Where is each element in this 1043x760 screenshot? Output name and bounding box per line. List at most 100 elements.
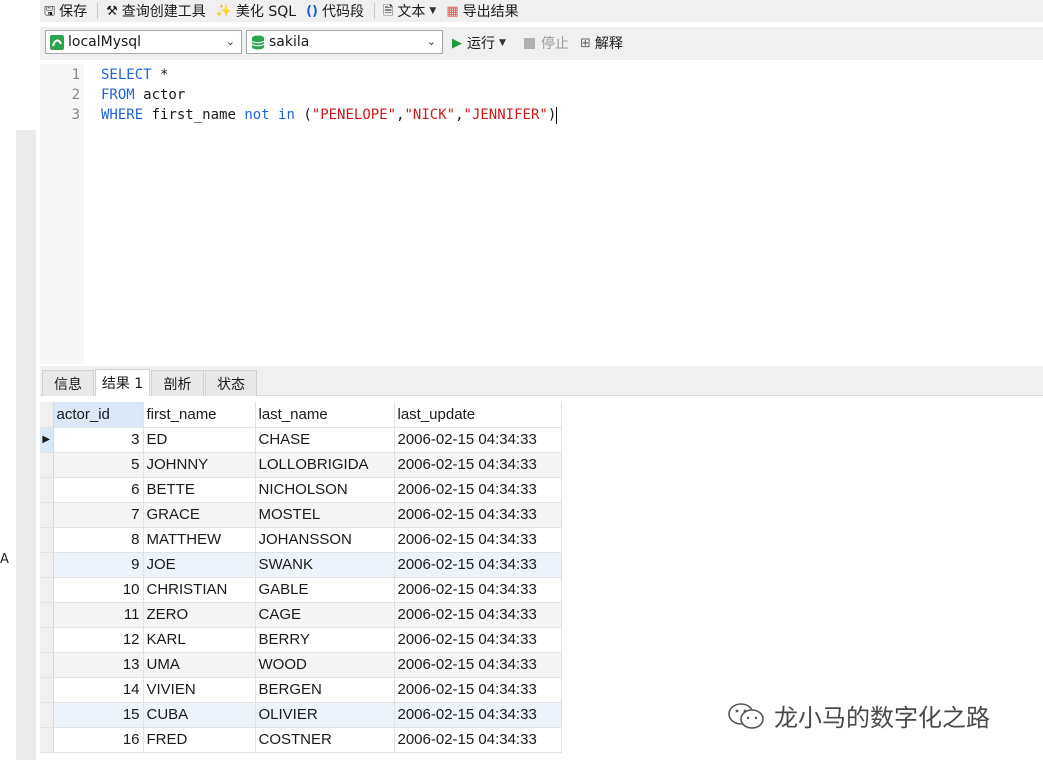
table-cell-last-name[interactable]: BERGEN [255,677,395,703]
row-indicator[interactable] [40,677,54,703]
table-cell-first-name[interactable]: UMA [143,652,256,678]
table-cell-actor-id[interactable]: 8 [53,527,144,553]
explain-button[interactable]: ⊞ 解释 [580,33,623,53]
table-cell-last-name[interactable]: BERRY [255,627,395,653]
table-cell-last-update[interactable]: 2006-02-15 04:34:33 [394,652,562,678]
column-header[interactable]: last_update [394,402,562,428]
column-header[interactable]: last_name [255,402,395,428]
table-cell-first-name[interactable]: KARL [143,627,256,653]
table-cell-actor-id[interactable]: 5 [53,452,144,478]
table-row[interactable]: 10 CHRISTIAN GABLE 2006-02-15 04:34:33 [40,577,562,603]
row-indicator[interactable] [40,702,54,728]
tab-status[interactable]: 状态 [205,370,257,396]
table-row[interactable]: 13 UMA WOOD 2006-02-15 04:34:33 [40,652,562,678]
table-cell-actor-id[interactable]: 16 [53,727,144,753]
beautify-sql-button[interactable]: ✨ 美化 SQL [212,0,302,22]
table-cell-last-name[interactable]: OLIVIER [255,702,395,728]
column-header[interactable]: first_name [143,402,256,428]
save-button[interactable]: 🖫 保存 [40,0,93,22]
table-cell-first-name[interactable]: CHRISTIAN [143,577,256,603]
table-cell-last-update[interactable]: 2006-02-15 04:34:33 [394,577,562,603]
table-cell-first-name[interactable]: MATTHEW [143,527,256,553]
table-row[interactable]: 8 MATTHEW JOHANSSON 2006-02-15 04:34:33 [40,527,562,553]
tab-result-1[interactable]: 结果 1 [95,369,150,396]
table-row[interactable]: ▶ 3 ED CHASE 2006-02-15 04:34:33 [40,427,562,453]
table-cell-last-update[interactable]: 2006-02-15 04:34:33 [394,602,562,628]
table-cell-last-update[interactable]: 2006-02-15 04:34:33 [394,702,562,728]
table-cell-last-name[interactable]: LOLLOBRIGIDA [255,452,395,478]
table-row[interactable]: 5 JOHNNY LOLLOBRIGIDA 2006-02-15 04:34:33 [40,452,562,478]
run-button[interactable]: ▶ 运行 ▼ [452,33,506,53]
row-indicator[interactable] [40,727,54,753]
table-row[interactable]: 15 CUBA OLIVIER 2006-02-15 04:34:33 [40,702,562,728]
text-label: 文本 [397,4,426,20]
text-menu-button[interactable]: 🗎 文本 ▼ [379,0,442,22]
table-cell-last-name[interactable]: JOHANSSON [255,527,395,553]
table-cell-actor-id[interactable]: 7 [53,502,144,528]
table-cell-last-update[interactable]: 2006-02-15 04:34:33 [394,677,562,703]
table-cell-actor-id[interactable]: 11 [53,602,144,628]
connection-select[interactable]: localMysql ⌄ [45,30,242,54]
table-cell-actor-id[interactable]: 13 [53,652,144,678]
table-cell-first-name[interactable]: CUBA [143,702,256,728]
table-cell-last-update[interactable]: 2006-02-15 04:34:33 [394,552,562,578]
table-cell-first-name[interactable]: GRACE [143,502,256,528]
table-cell-first-name[interactable]: ED [143,427,256,453]
snippet-button[interactable]: () 代码段 [302,0,370,22]
table-cell-first-name[interactable]: FRED [143,727,256,753]
row-indicator[interactable] [40,627,54,653]
table-cell-last-update[interactable]: 2006-02-15 04:34:33 [394,427,562,453]
table-cell-last-name[interactable]: NICHOLSON [255,477,395,503]
tab-profile[interactable]: 剖析 [151,370,204,396]
chevron-down-icon: ⌄ [426,35,436,48]
row-indicator[interactable] [40,527,54,553]
export-results-button[interactable]: ▦ 导出结果 [442,0,524,22]
table-row[interactable]: 12 KARL BERRY 2006-02-15 04:34:33 [40,627,562,653]
table-cell-first-name[interactable]: JOHNNY [143,452,256,478]
table-cell-last-name[interactable]: CHASE [255,427,395,453]
table-cell-last-name[interactable]: COSTNER [255,727,395,753]
column-header[interactable]: actor_id [53,402,144,428]
table-row[interactable]: 7 GRACE MOSTEL 2006-02-15 04:34:33 [40,502,562,528]
table-cell-last-update[interactable]: 2006-02-15 04:34:33 [394,627,562,653]
table-cell-last-update[interactable]: 2006-02-15 04:34:33 [394,727,562,753]
stop-button[interactable]: 停止 [524,33,569,53]
table-cell-first-name[interactable]: VIVIEN [143,677,256,703]
table-cell-last-name[interactable]: GABLE [255,577,395,603]
table-cell-last-name[interactable]: MOSTEL [255,502,395,528]
row-indicator[interactable] [40,602,54,628]
row-indicator[interactable] [40,502,54,528]
table-cell-first-name[interactable]: BETTE [143,477,256,503]
current-row-indicator[interactable]: ▶ [40,427,54,453]
table-row[interactable]: 14 VIVIEN BERGEN 2006-02-15 04:34:33 [40,677,562,703]
table-cell-actor-id[interactable]: 14 [53,677,144,703]
sql-editor[interactable]: 1 2 3 SELECT * FROM actor WHERE first_na… [40,64,1043,364]
row-indicator[interactable] [40,477,54,503]
query-builder-button[interactable]: ⚒ 查询创建工具 [102,0,212,22]
table-cell-actor-id[interactable]: 10 [53,577,144,603]
table-cell-actor-id[interactable]: 6 [53,477,144,503]
table-cell-last-update[interactable]: 2006-02-15 04:34:33 [394,452,562,478]
table-cell-last-name[interactable]: SWANK [255,552,395,578]
table-cell-last-name[interactable]: CAGE [255,602,395,628]
table-cell-actor-id[interactable]: 9 [53,552,144,578]
row-indicator[interactable] [40,577,54,603]
table-cell-first-name[interactable]: ZERO [143,602,256,628]
table-cell-first-name[interactable]: JOE [143,552,256,578]
table-cell-actor-id[interactable]: 3 [53,427,144,453]
row-indicator[interactable] [40,552,54,578]
table-cell-last-update[interactable]: 2006-02-15 04:34:33 [394,502,562,528]
table-cell-actor-id[interactable]: 12 [53,627,144,653]
database-select[interactable]: sakila ⌄ [246,30,443,54]
table-cell-last-update[interactable]: 2006-02-15 04:34:33 [394,527,562,553]
tab-info[interactable]: 信息 [42,370,94,396]
table-row[interactable]: 16 FRED COSTNER 2006-02-15 04:34:33 [40,727,562,753]
table-row[interactable]: 9 JOE SWANK 2006-02-15 04:34:33 [40,552,562,578]
table-cell-last-name[interactable]: WOOD [255,652,395,678]
table-row[interactable]: 6 BETTE NICHOLSON 2006-02-15 04:34:33 [40,477,562,503]
table-cell-last-update[interactable]: 2006-02-15 04:34:33 [394,477,562,503]
row-indicator[interactable] [40,652,54,678]
row-indicator[interactable] [40,452,54,478]
table-cell-actor-id[interactable]: 15 [53,702,144,728]
table-row[interactable]: 11 ZERO CAGE 2006-02-15 04:34:33 [40,602,562,628]
